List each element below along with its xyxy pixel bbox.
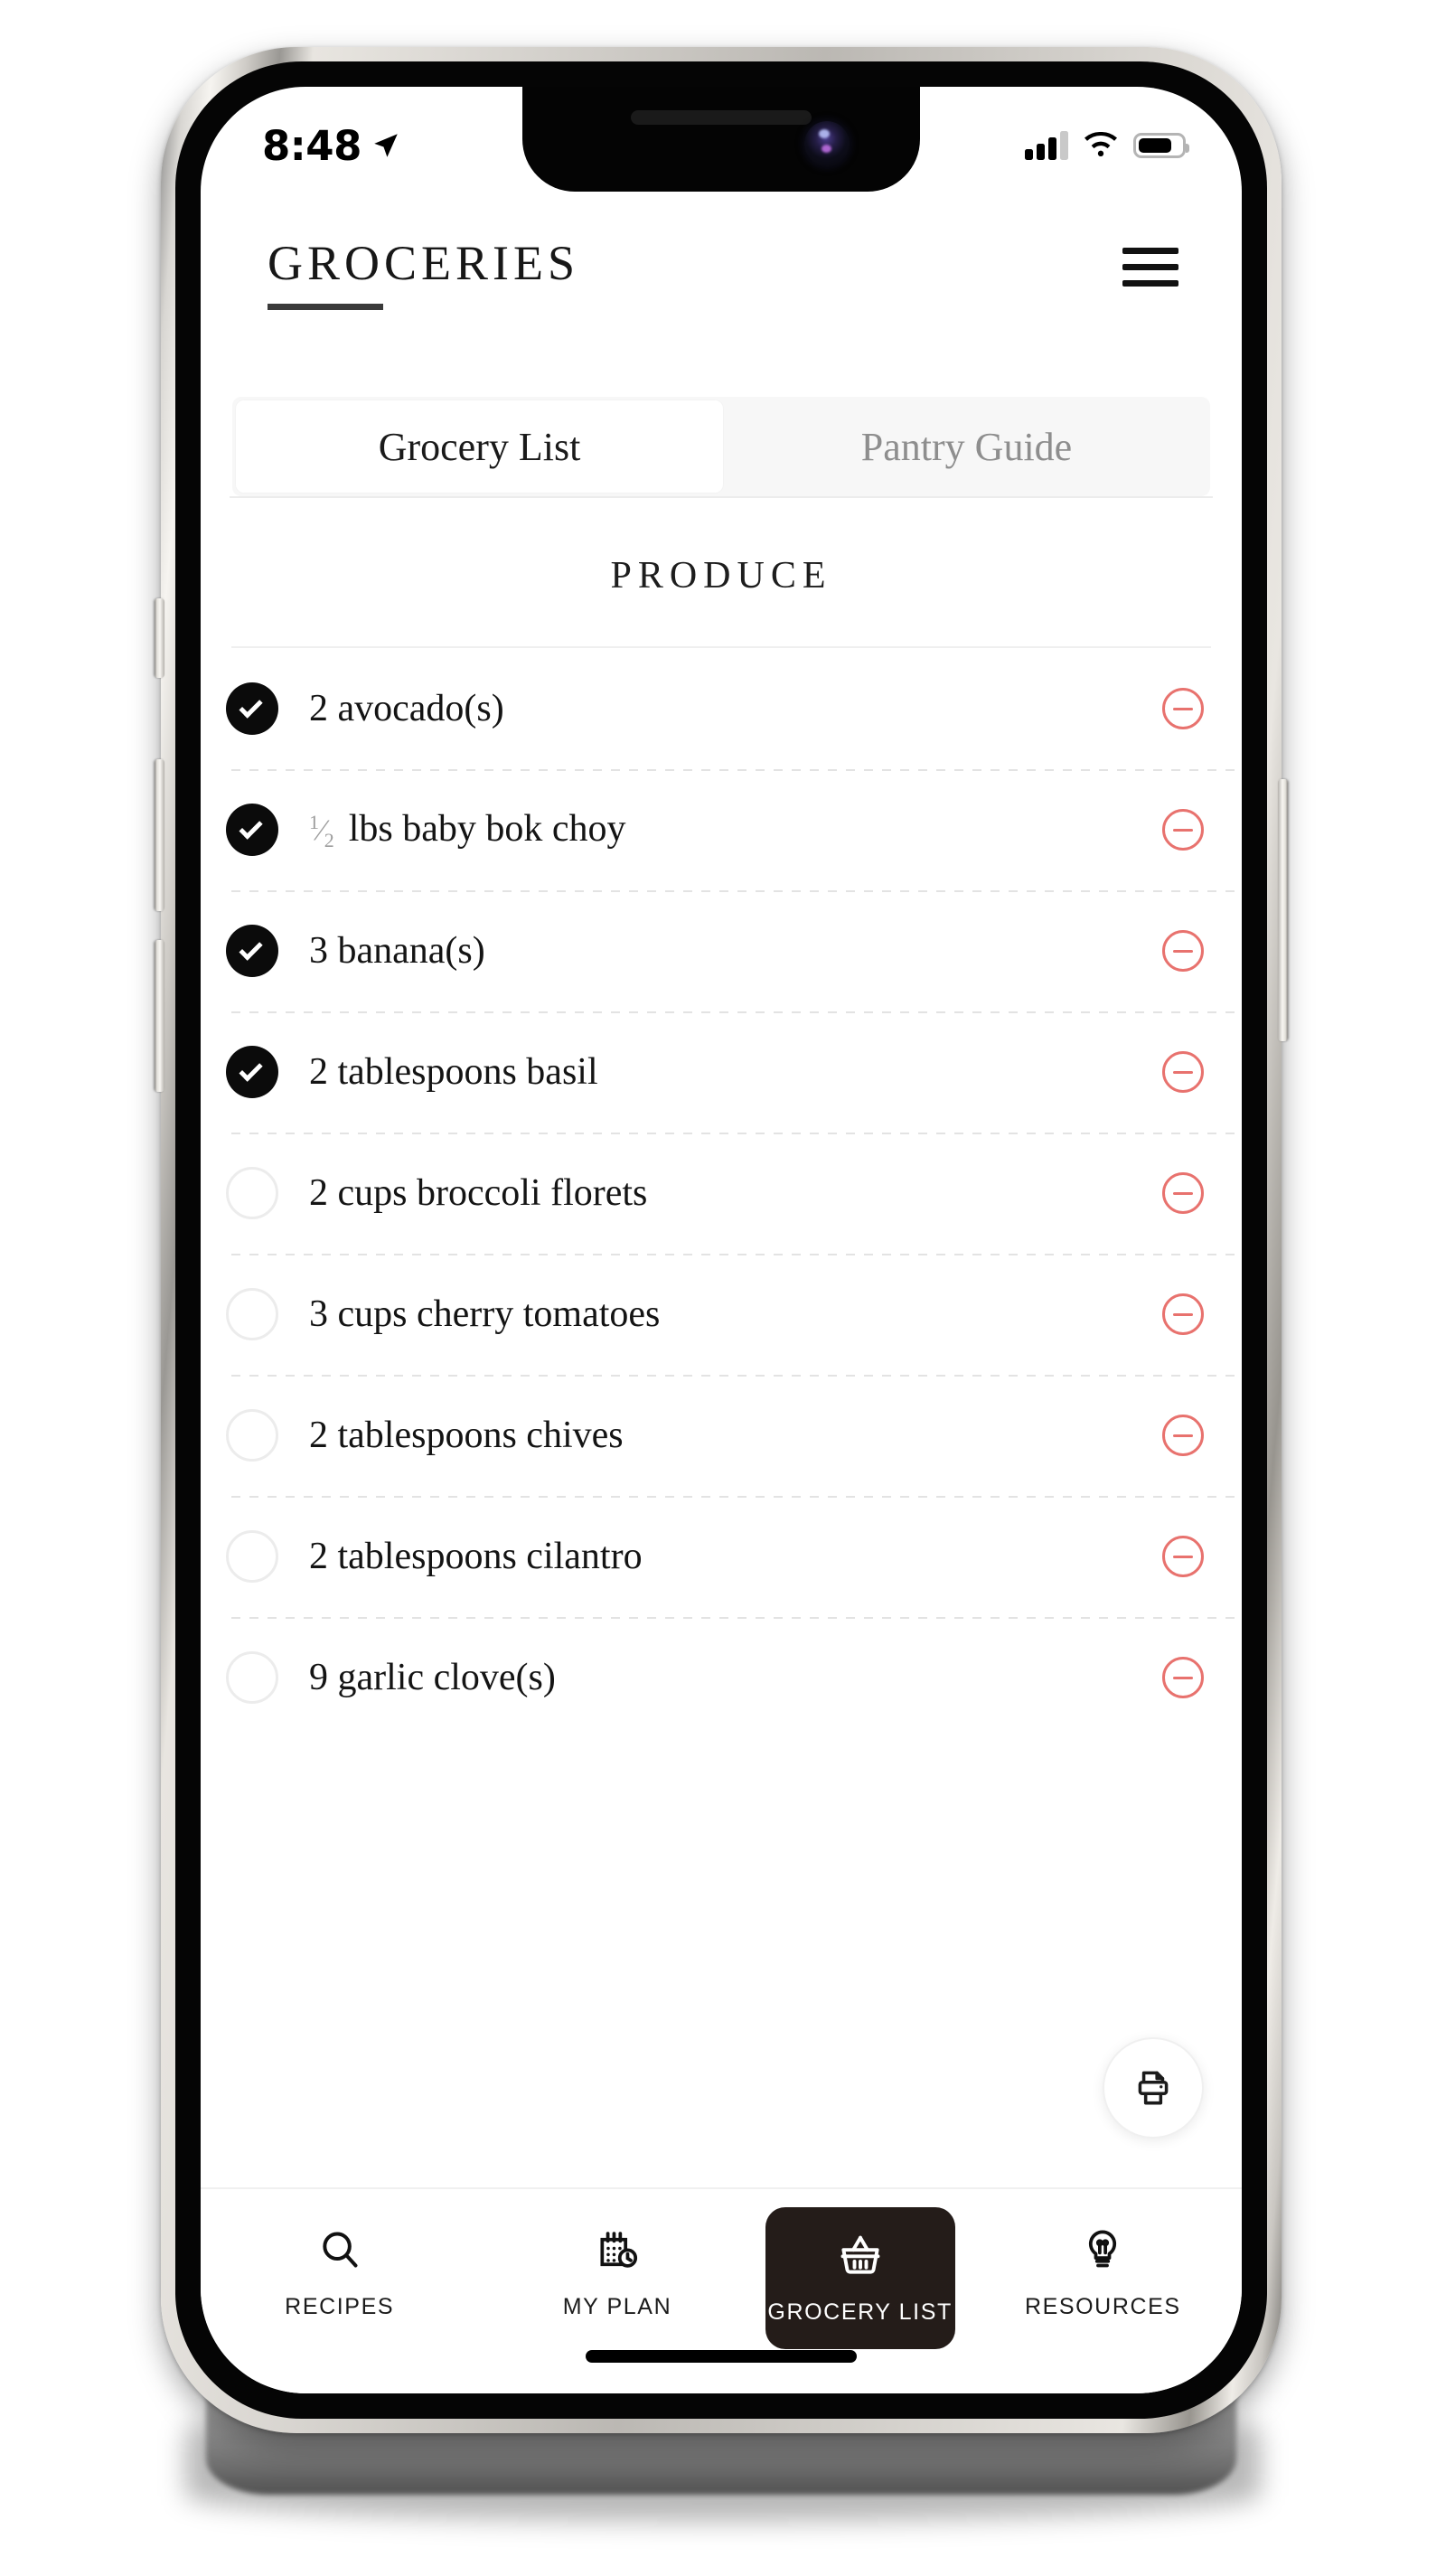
item-label: 1⁄2 lbs baby bok choy bbox=[309, 807, 1162, 853]
circle-minus-icon[interactable] bbox=[1162, 1657, 1204, 1698]
list-item[interactable]: 2 avocado(s) bbox=[201, 648, 1242, 769]
volume-up-button[interactable] bbox=[155, 759, 164, 911]
location-arrow-icon bbox=[374, 134, 398, 157]
screenshot-stage: 8:48 GROCERIES Grocery List Pantry Guide… bbox=[0, 0, 1446, 2576]
nav-item-my-plan-label: MY PLAN bbox=[562, 2294, 672, 2319]
power-button[interactable] bbox=[1278, 779, 1288, 1041]
nav-item-grocery-list[interactable]: GROCERY LIST bbox=[765, 2207, 955, 2349]
nav-item-recipes[interactable]: RECIPES bbox=[201, 2207, 478, 2320]
nav-item-recipes-label: RECIPES bbox=[285, 2294, 395, 2319]
circle-minus-icon[interactable] bbox=[1162, 809, 1204, 851]
status-bar-time: 8:48 bbox=[262, 121, 362, 170]
app-header: GROCERIES bbox=[201, 192, 1242, 318]
cellular-signal-icon bbox=[1025, 131, 1068, 160]
list-item[interactable]: 3 cups cherry tomatoes bbox=[201, 1254, 1242, 1375]
circle-minus-icon[interactable] bbox=[1162, 1536, 1204, 1577]
list-item[interactable]: 3 banana(s) bbox=[201, 890, 1242, 1011]
item-label: 2 tablespoons chives bbox=[309, 1415, 624, 1456]
wifi-icon bbox=[1084, 132, 1117, 156]
print-button[interactable] bbox=[1103, 2037, 1204, 2139]
display-notch bbox=[522, 87, 920, 192]
circle-minus-icon[interactable] bbox=[1162, 1293, 1204, 1335]
item-checkbox[interactable] bbox=[226, 1530, 278, 1583]
page-title-underline bbox=[268, 304, 383, 310]
list-item[interactable]: 2 cups broccoli florets bbox=[201, 1133, 1242, 1254]
volume-down-button[interactable] bbox=[155, 940, 164, 1092]
lightbulb-icon bbox=[1080, 2222, 1125, 2278]
phone-screen: 8:48 GROCERIES Grocery List Pantry Guide… bbox=[201, 87, 1242, 2393]
circle-minus-icon[interactable] bbox=[1162, 1415, 1204, 1456]
item-label: 9 garlic clove(s) bbox=[309, 1657, 556, 1698]
nav-item-resources[interactable]: RESOURCES bbox=[964, 2207, 1242, 2320]
item-label: 2 tablespoons cilantro bbox=[309, 1536, 643, 1577]
status-bar-indicators bbox=[1025, 131, 1189, 160]
grocery-list[interactable]: PRODUCE 2 avocado(s) 1⁄2 lbs baby bok ch… bbox=[201, 498, 1242, 2187]
page-title-group: GROCERIES bbox=[268, 239, 579, 310]
view-tabs: Grocery List Pantry Guide bbox=[232, 397, 1210, 496]
item-checkbox[interactable] bbox=[226, 1046, 278, 1098]
home-indicator[interactable] bbox=[586, 2350, 857, 2363]
circle-minus-icon[interactable] bbox=[1162, 688, 1204, 729]
hamburger-menu-icon[interactable] bbox=[1122, 239, 1178, 287]
battery-icon bbox=[1133, 133, 1189, 158]
item-checkbox[interactable] bbox=[226, 682, 278, 735]
item-checkbox[interactable] bbox=[226, 925, 278, 977]
tab-pantry-guide[interactable]: Pantry Guide bbox=[723, 397, 1210, 496]
front-camera-icon bbox=[804, 121, 850, 166]
nav-item-grocery-list-label: GROCERY LIST bbox=[767, 2299, 953, 2325]
search-icon bbox=[317, 2222, 362, 2278]
section-header-produce: PRODUCE bbox=[610, 555, 832, 597]
item-label: 2 avocado(s) bbox=[309, 688, 504, 729]
nav-item-my-plan[interactable]: MY PLAN bbox=[478, 2207, 756, 2320]
item-checkbox[interactable] bbox=[226, 1167, 278, 1219]
item-checkbox[interactable] bbox=[226, 804, 278, 856]
list-item[interactable]: 9 garlic clove(s) bbox=[201, 1617, 1242, 1738]
item-label: 3 cups cherry tomatoes bbox=[309, 1293, 661, 1335]
item-quantity-fraction: 1⁄2 bbox=[309, 811, 334, 852]
page-title: GROCERIES bbox=[268, 236, 580, 290]
mute-switch-button[interactable] bbox=[155, 598, 164, 678]
calendar-clock-icon bbox=[595, 2222, 640, 2278]
item-checkbox[interactable] bbox=[226, 1651, 278, 1704]
tabs-divider bbox=[230, 496, 1213, 498]
item-checkbox[interactable] bbox=[226, 1409, 278, 1462]
item-label: 3 banana(s) bbox=[309, 930, 485, 972]
circle-minus-icon[interactable] bbox=[1162, 1051, 1204, 1093]
circle-minus-icon[interactable] bbox=[1162, 930, 1204, 972]
list-item[interactable]: 2 tablespoons basil bbox=[201, 1011, 1242, 1133]
list-item[interactable]: 2 tablespoons cilantro bbox=[201, 1496, 1242, 1617]
item-label: 2 cups broccoli florets bbox=[309, 1172, 648, 1214]
item-label-text: lbs baby bok choy bbox=[348, 807, 626, 850]
nav-item-resources-label: RESOURCES bbox=[1024, 2294, 1181, 2319]
tab-grocery-list[interactable]: Grocery List bbox=[236, 400, 723, 493]
list-item[interactable]: 2 tablespoons chives bbox=[201, 1375, 1242, 1496]
status-bar-time-group: 8:48 bbox=[262, 122, 401, 170]
item-label: 2 tablespoons basil bbox=[309, 1051, 598, 1093]
shopping-basket-icon bbox=[837, 2227, 884, 2283]
list-item[interactable]: 1⁄2 lbs baby bok choy bbox=[201, 769, 1242, 890]
earpiece-speaker bbox=[631, 110, 812, 125]
printer-icon bbox=[1138, 2071, 1169, 2105]
item-checkbox[interactable] bbox=[226, 1288, 278, 1340]
tab-grocery-list-label: Grocery List bbox=[378, 424, 581, 469]
circle-minus-icon[interactable] bbox=[1162, 1172, 1204, 1214]
tab-pantry-guide-label: Pantry Guide bbox=[860, 424, 1073, 469]
